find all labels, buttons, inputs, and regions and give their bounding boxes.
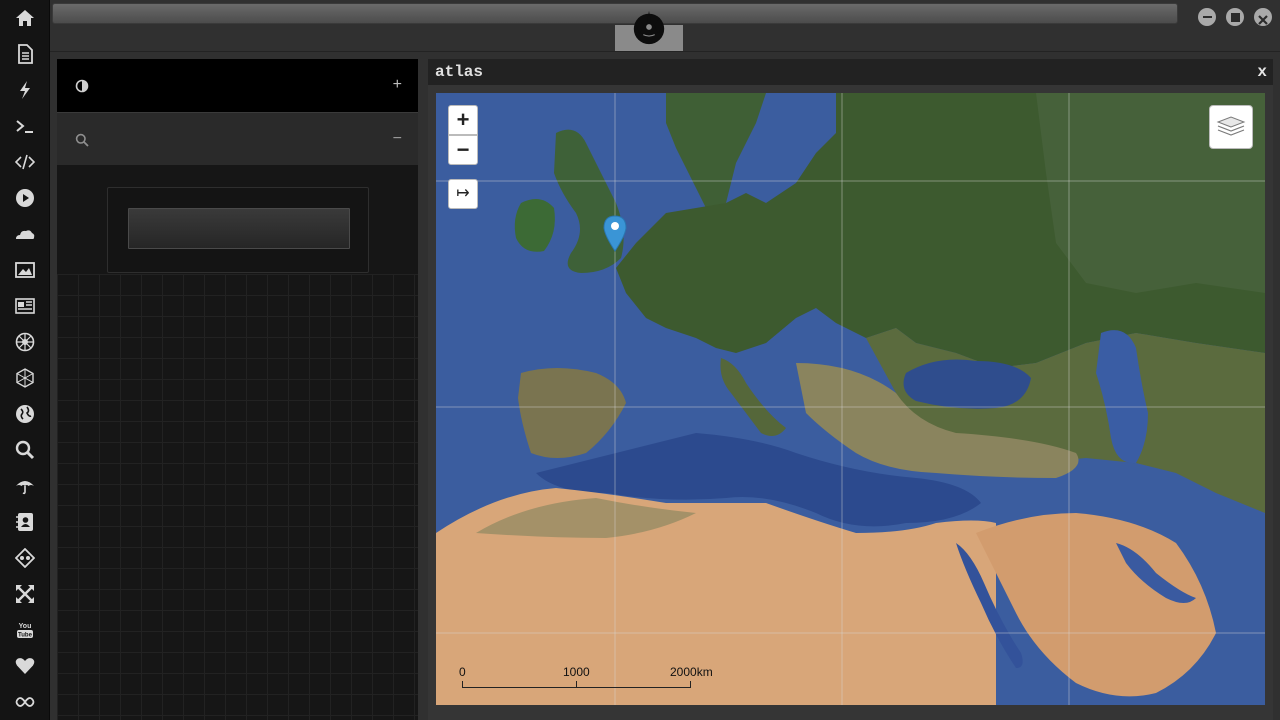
empire-icon[interactable] <box>13 366 37 390</box>
newspaper-icon[interactable] <box>13 294 37 318</box>
cloud-icon[interactable] <box>13 222 37 246</box>
close-icon <box>1258 12 1268 25</box>
scale-label-0: 0 <box>459 665 466 679</box>
scale-label-1000: 1000 <box>563 665 590 679</box>
youtube-icon[interactable]: You Tube <box>13 618 37 642</box>
minimize-icon <box>1202 16 1212 18</box>
play-icon[interactable] <box>13 186 37 210</box>
svg-text:Tube: Tube <box>18 633 33 639</box>
heart-icon[interactable] <box>13 654 37 678</box>
panel-search-row[interactable]: − <box>57 112 418 165</box>
umbrella-icon[interactable] <box>13 474 37 498</box>
rebel-alliance-icon[interactable] <box>13 330 37 354</box>
terminal-icon[interactable] <box>13 114 37 138</box>
top-command-input[interactable] <box>52 3 1178 24</box>
code-icon[interactable] <box>13 150 37 174</box>
document-icon[interactable] <box>13 42 37 66</box>
atlas-window: atlas x + − ↦ 0 1000 2000km <box>428 59 1273 720</box>
side-panel: + − <box>57 59 418 720</box>
scale-bar-tick <box>576 681 577 687</box>
home-icon[interactable] <box>13 6 37 30</box>
search-icon <box>75 133 89 147</box>
rebel-alliance-logo <box>630 8 668 46</box>
maximize-button[interactable] <box>1226 8 1244 26</box>
collapse-minus-button[interactable]: − <box>393 130 402 148</box>
measure-button[interactable]: ↦ <box>448 179 478 209</box>
contrast-icon[interactable] <box>75 79 89 93</box>
layers-icon <box>1216 110 1246 145</box>
zoom-in-button[interactable]: + <box>448 105 478 135</box>
app-root: You Tube + − atlas x + − ↦ 0 1000 2000km <box>0 0 1280 720</box>
satellite-map[interactable]: + − ↦ 0 1000 2000km <box>436 93 1265 705</box>
layers-button[interactable] <box>1209 105 1253 149</box>
infinity-icon[interactable] <box>13 690 37 714</box>
expand-icon[interactable] <box>13 582 37 606</box>
maximize-icon <box>1230 12 1240 22</box>
map-terrain <box>436 93 1265 705</box>
zoom-out-button[interactable]: − <box>448 135 478 165</box>
card-button[interactable] <box>128 208 350 249</box>
panel-header: + <box>57 59 418 112</box>
atlas-close-button[interactable]: x <box>1257 63 1267 81</box>
close-window-button[interactable] <box>1254 8 1272 26</box>
git-icon[interactable] <box>13 546 37 570</box>
svg-text:You: You <box>19 623 32 630</box>
atlas-title: atlas <box>435 63 484 81</box>
icon-rail: You Tube <box>0 0 50 720</box>
minimize-button[interactable] <box>1198 8 1216 26</box>
atlas-title-bar: atlas x <box>428 59 1273 85</box>
scale-label-2000km: 2000km <box>670 665 713 679</box>
panel-card <box>107 187 369 273</box>
location-marker-icon[interactable] <box>602 214 628 252</box>
contacts-icon[interactable] <box>13 510 37 534</box>
top-bar <box>50 0 1280 52</box>
panel-search-input[interactable] <box>101 131 361 149</box>
globe-icon[interactable] <box>13 402 37 426</box>
image-icon[interactable] <box>13 258 37 282</box>
expand-plus-button[interactable]: + <box>393 76 402 94</box>
panel-grid-area <box>57 274 418 720</box>
lightning-icon[interactable] <box>13 78 37 102</box>
search-icon[interactable] <box>13 438 37 462</box>
